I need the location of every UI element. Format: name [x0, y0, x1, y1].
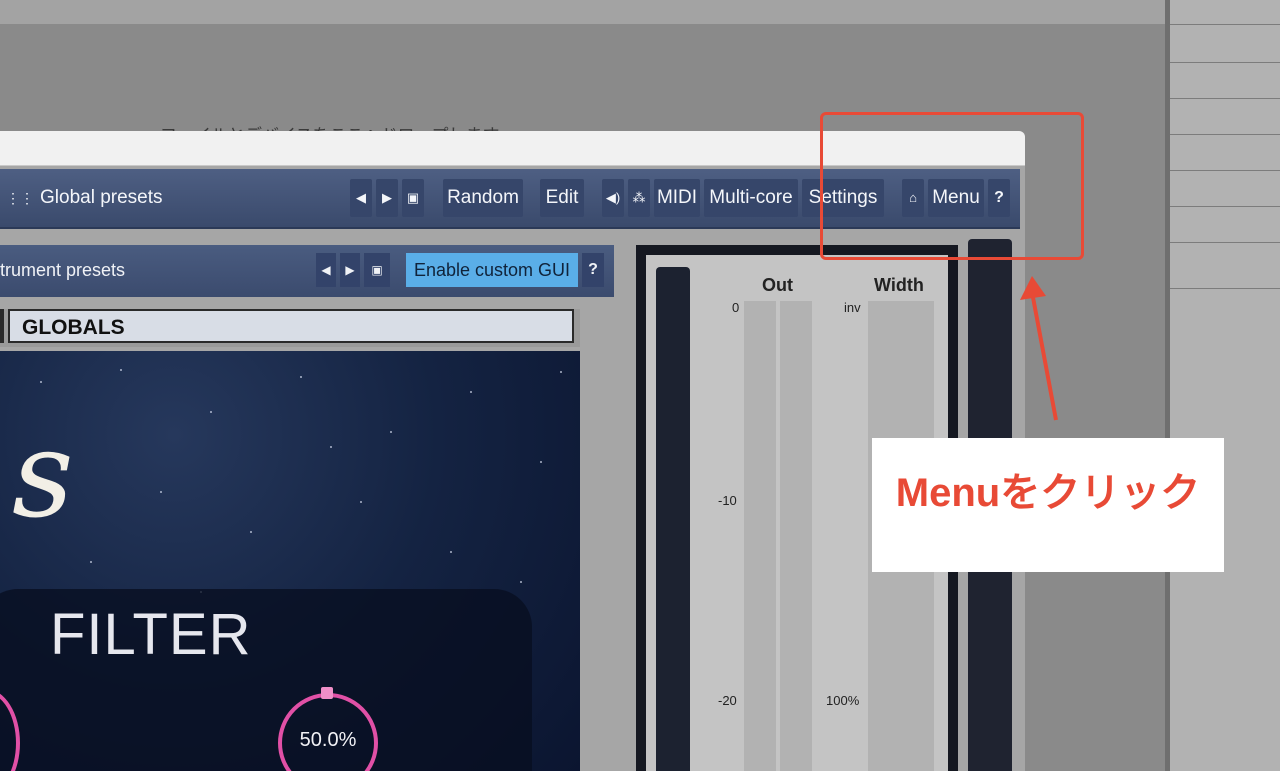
prev-arrow-icon: ◀ — [321, 263, 331, 277]
grid-icon: ⋮⋮ — [6, 190, 34, 206]
track-divider — [1170, 288, 1280, 289]
knob-indicator — [321, 687, 333, 699]
host-top-bar — [0, 0, 1165, 24]
width-tick: inv — [844, 300, 861, 315]
filter-title: FILTER — [50, 602, 252, 667]
instrument-presets-button[interactable]: trument presets — [0, 253, 310, 287]
global-presets-label: Global presets — [40, 187, 163, 208]
width-label: Width — [874, 275, 924, 295]
track-divider — [1170, 24, 1280, 25]
menu-highlight-box — [820, 112, 1084, 260]
knob-right-value: 50.0% — [299, 729, 357, 751]
track-divider — [1170, 170, 1280, 171]
tab-previous[interactable] — [0, 309, 4, 343]
track-divider — [1170, 242, 1280, 243]
speaker-icon: ◀) — [605, 190, 621, 205]
out-meter-left — [744, 301, 776, 771]
tab-globals[interactable]: GLOBALS — [8, 309, 574, 343]
instrument-random-button[interactable]: ▣ — [364, 253, 390, 287]
next-arrow-icon: ▶ — [382, 190, 392, 205]
midi-button[interactable]: MIDI — [654, 179, 700, 217]
randomize-preset-button[interactable]: ▣ — [402, 179, 424, 217]
midi-wave-icon: ⁂ — [632, 190, 646, 205]
track-divider — [1170, 62, 1280, 63]
global-presets-button[interactable]: ⋮⋮ Global presets — [0, 179, 348, 217]
track-divider — [1170, 98, 1280, 99]
width-tick: 100% — [826, 693, 860, 708]
edit-button[interactable]: Edit — [540, 179, 584, 217]
track-divider — [1170, 206, 1280, 207]
host-track-panel — [1170, 0, 1280, 771]
dice-icon: ▣ — [406, 190, 420, 205]
next-preset-button[interactable]: ▶ — [376, 179, 398, 217]
meter-tick: -10 — [718, 493, 737, 508]
meter-tick: 0 — [732, 300, 740, 315]
custom-gui-panel: s FILTER 50.0% — [0, 351, 580, 771]
enable-custom-gui-button[interactable]: Enable custom GUI — [406, 253, 578, 287]
instrument-help-button[interactable]: ? — [582, 253, 604, 287]
multicore-button[interactable]: Multi-core — [704, 179, 798, 217]
logo-mark: s — [12, 406, 74, 545]
track-divider — [1170, 134, 1280, 135]
out-meter-right — [780, 301, 812, 771]
prev-arrow-icon: ◀ — [356, 190, 366, 205]
dice-icon: ▣ — [371, 263, 383, 277]
tab-strip: GLOBALS — [0, 309, 580, 347]
next-arrow-icon: ▶ — [345, 263, 355, 277]
speaker-button[interactable]: ◀) — [602, 179, 624, 217]
midi-settings-button[interactable]: ⁂ — [628, 179, 650, 217]
meter-tick: -20 — [718, 693, 737, 708]
prev-preset-button[interactable]: ◀ — [350, 179, 372, 217]
callout-text: Menuをクリック — [895, 471, 1201, 515]
instrument-prev-button[interactable]: ◀ — [316, 253, 336, 287]
random-button[interactable]: Random — [443, 179, 523, 217]
out-label: Out — [762, 275, 793, 295]
input-level-meter — [656, 267, 690, 771]
instrument-next-button[interactable]: ▶ — [340, 253, 360, 287]
instrument-presets-bar: trument presets ◀ ▶ ▣ Enable custom GUI … — [0, 245, 614, 297]
pointer-arrow-icon — [1020, 276, 1058, 421]
callout-box: Menuをクリック — [872, 438, 1224, 572]
